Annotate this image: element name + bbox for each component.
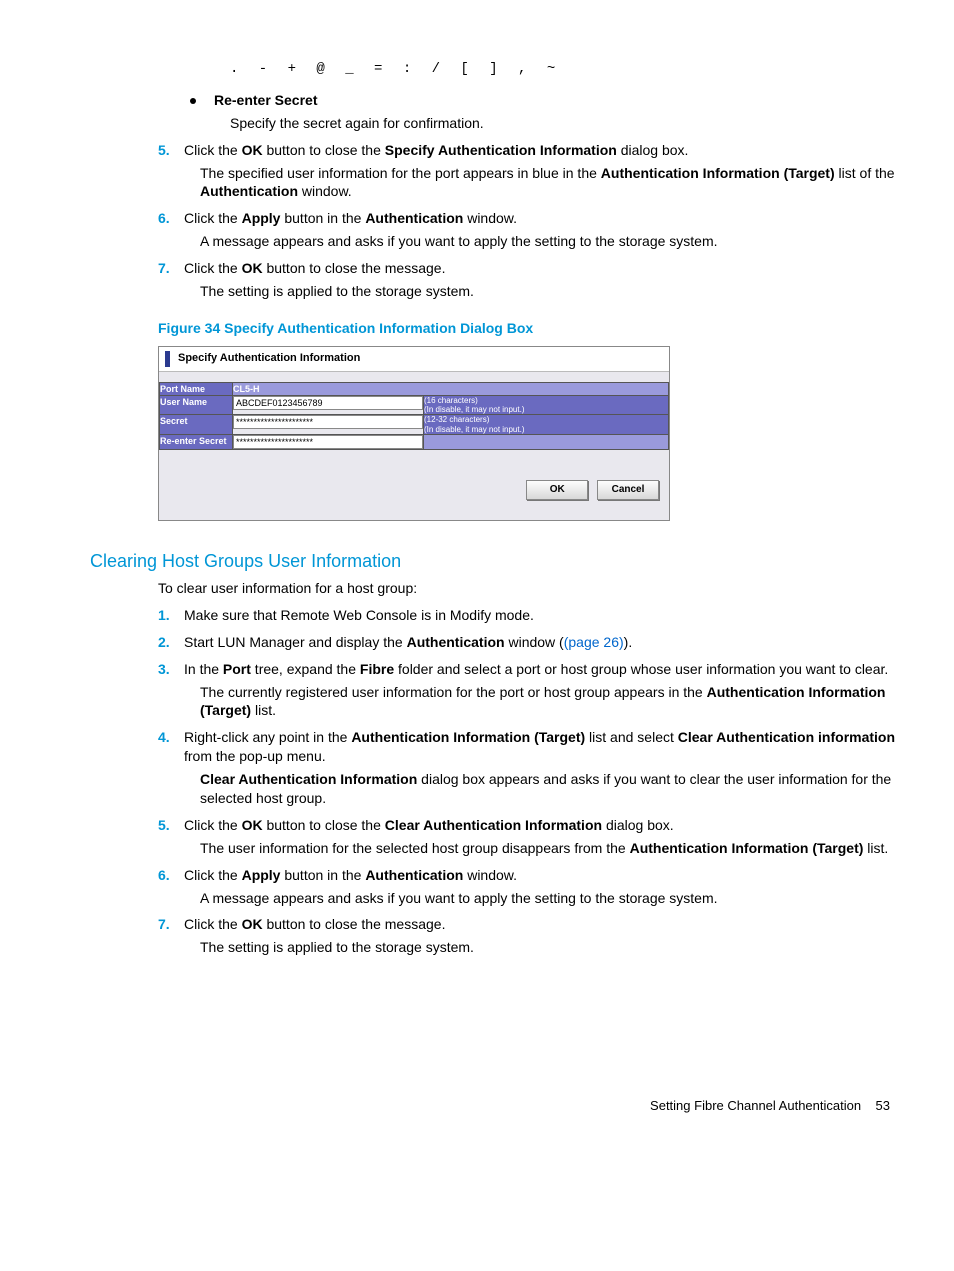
cstep-5-followup: The user information for the selected ho… bbox=[200, 839, 914, 858]
cstep-3: 3. In the Port tree, expand the Fibre fo… bbox=[158, 660, 914, 679]
section-lead: To clear user information for a host gro… bbox=[158, 579, 914, 598]
label-port-name: Port Name bbox=[160, 382, 233, 395]
step-7: 7. Click the OK button to close the mess… bbox=[158, 259, 914, 278]
dialog-title-bar-icon bbox=[165, 351, 170, 367]
dialog-titlebar: Specify Authentication Information bbox=[159, 347, 669, 372]
step-number: 5. bbox=[158, 816, 184, 835]
step-number: 1. bbox=[158, 606, 184, 625]
step-6-followup: A message appears and asks if you want t… bbox=[200, 232, 914, 251]
step-number: 7. bbox=[158, 915, 184, 934]
step-text: Click the OK button to close the message… bbox=[184, 915, 914, 934]
step-text: Right-click any point in the Authenticat… bbox=[184, 728, 914, 766]
dialog-specify-auth-info: Specify Authentication Information Port … bbox=[158, 346, 670, 521]
bullet-item-reenter-secret: Re-enter Secret bbox=[190, 91, 914, 110]
cancel-button[interactable]: Cancel bbox=[597, 480, 659, 500]
dialog-row-secret: Secret (12-32 characters)(In disable, it… bbox=[160, 415, 669, 434]
bullet-desc: Specify the secret again for confirmatio… bbox=[230, 114, 914, 133]
step-number: 4. bbox=[158, 728, 184, 747]
step-5-followup: The specified user information for the p… bbox=[200, 164, 914, 202]
cstep-5: 5. Click the OK button to close the Clea… bbox=[158, 816, 914, 835]
bullet-icon bbox=[190, 98, 196, 104]
step-7-followup: The setting is applied to the storage sy… bbox=[200, 282, 914, 301]
hint-reenter-secret-empty bbox=[424, 434, 669, 450]
cstep-6-followup: A message appears and asks if you want t… bbox=[200, 889, 914, 908]
step-number: 5. bbox=[158, 141, 184, 160]
cstep-2: 2. Start LUN Manager and display the Aut… bbox=[158, 633, 914, 652]
step-6: 6. Click the Apply button in the Authent… bbox=[158, 209, 914, 228]
step-number: 7. bbox=[158, 259, 184, 278]
footer-title: Setting Fibre Channel Authentication bbox=[650, 1098, 861, 1113]
value-port-name: CL5-H bbox=[233, 382, 669, 395]
step-text: Click the Apply button in the Authentica… bbox=[184, 209, 914, 228]
bullet-label: Re-enter Secret bbox=[214, 91, 318, 110]
cstep-7-followup: The setting is applied to the storage sy… bbox=[200, 938, 914, 957]
dialog-button-row: OK Cancel bbox=[159, 450, 669, 520]
step-text: Click the Apply button in the Authentica… bbox=[184, 866, 914, 885]
step-text: Click the OK button to close the Specify… bbox=[184, 141, 914, 160]
cstep-3-followup: The currently registered user informatio… bbox=[200, 683, 914, 721]
input-reenter-secret[interactable] bbox=[233, 435, 423, 449]
label-reenter-secret: Re-enter Secret bbox=[160, 434, 233, 450]
ok-button[interactable]: OK bbox=[526, 480, 588, 500]
hint-secret: (12-32 characters)(In disable, it may no… bbox=[424, 415, 669, 434]
dialog-row-username: User Name (16 characters)(In disable, it… bbox=[160, 395, 669, 414]
step-text: Make sure that Remote Web Console is in … bbox=[184, 606, 914, 625]
step-number: 2. bbox=[158, 633, 184, 652]
step-text: In the Port tree, expand the Fibre folde… bbox=[184, 660, 914, 679]
step-5: 5. Click the OK button to close the Spec… bbox=[158, 141, 914, 160]
special-chars-line: . - + @ _ = : / [ ] , ~ bbox=[230, 60, 914, 79]
input-secret[interactable] bbox=[233, 415, 423, 429]
cstep-4-followup: Clear Authentication Information dialog … bbox=[200, 770, 914, 808]
dialog-row-port: Port Name CL5-H bbox=[160, 382, 669, 395]
step-number: 6. bbox=[158, 209, 184, 228]
figure-caption: Figure 34 Specify Authentication Informa… bbox=[158, 319, 914, 338]
cstep-1: 1. Make sure that Remote Web Console is … bbox=[158, 606, 914, 625]
label-user-name: User Name bbox=[160, 395, 233, 414]
footer-page-number: 53 bbox=[876, 1098, 890, 1113]
hint-user-name: (16 characters)(In disable, it may not i… bbox=[424, 395, 669, 414]
input-user-name[interactable] bbox=[233, 396, 423, 410]
step-text: Start LUN Manager and display the Authen… bbox=[184, 633, 914, 652]
step-text: Click the OK button to close the Clear A… bbox=[184, 816, 914, 835]
section-heading-clearing-host-groups: Clearing Host Groups User Information bbox=[90, 549, 914, 573]
page-footer: Setting Fibre Channel Authentication 53 bbox=[90, 1097, 914, 1115]
dialog-title-text: Specify Authentication Information bbox=[178, 351, 360, 366]
step-number: 6. bbox=[158, 866, 184, 885]
cstep-6: 6. Click the Apply button in the Authent… bbox=[158, 866, 914, 885]
step-text: Click the OK button to close the message… bbox=[184, 259, 914, 278]
label-secret: Secret bbox=[160, 415, 233, 434]
link-page-26[interactable]: (page 26) bbox=[564, 634, 624, 650]
cstep-4: 4. Right-click any point in the Authenti… bbox=[158, 728, 914, 766]
dialog-row-reenter-secret: Re-enter Secret bbox=[160, 434, 669, 450]
cstep-7: 7. Click the OK button to close the mess… bbox=[158, 915, 914, 934]
step-number: 3. bbox=[158, 660, 184, 679]
